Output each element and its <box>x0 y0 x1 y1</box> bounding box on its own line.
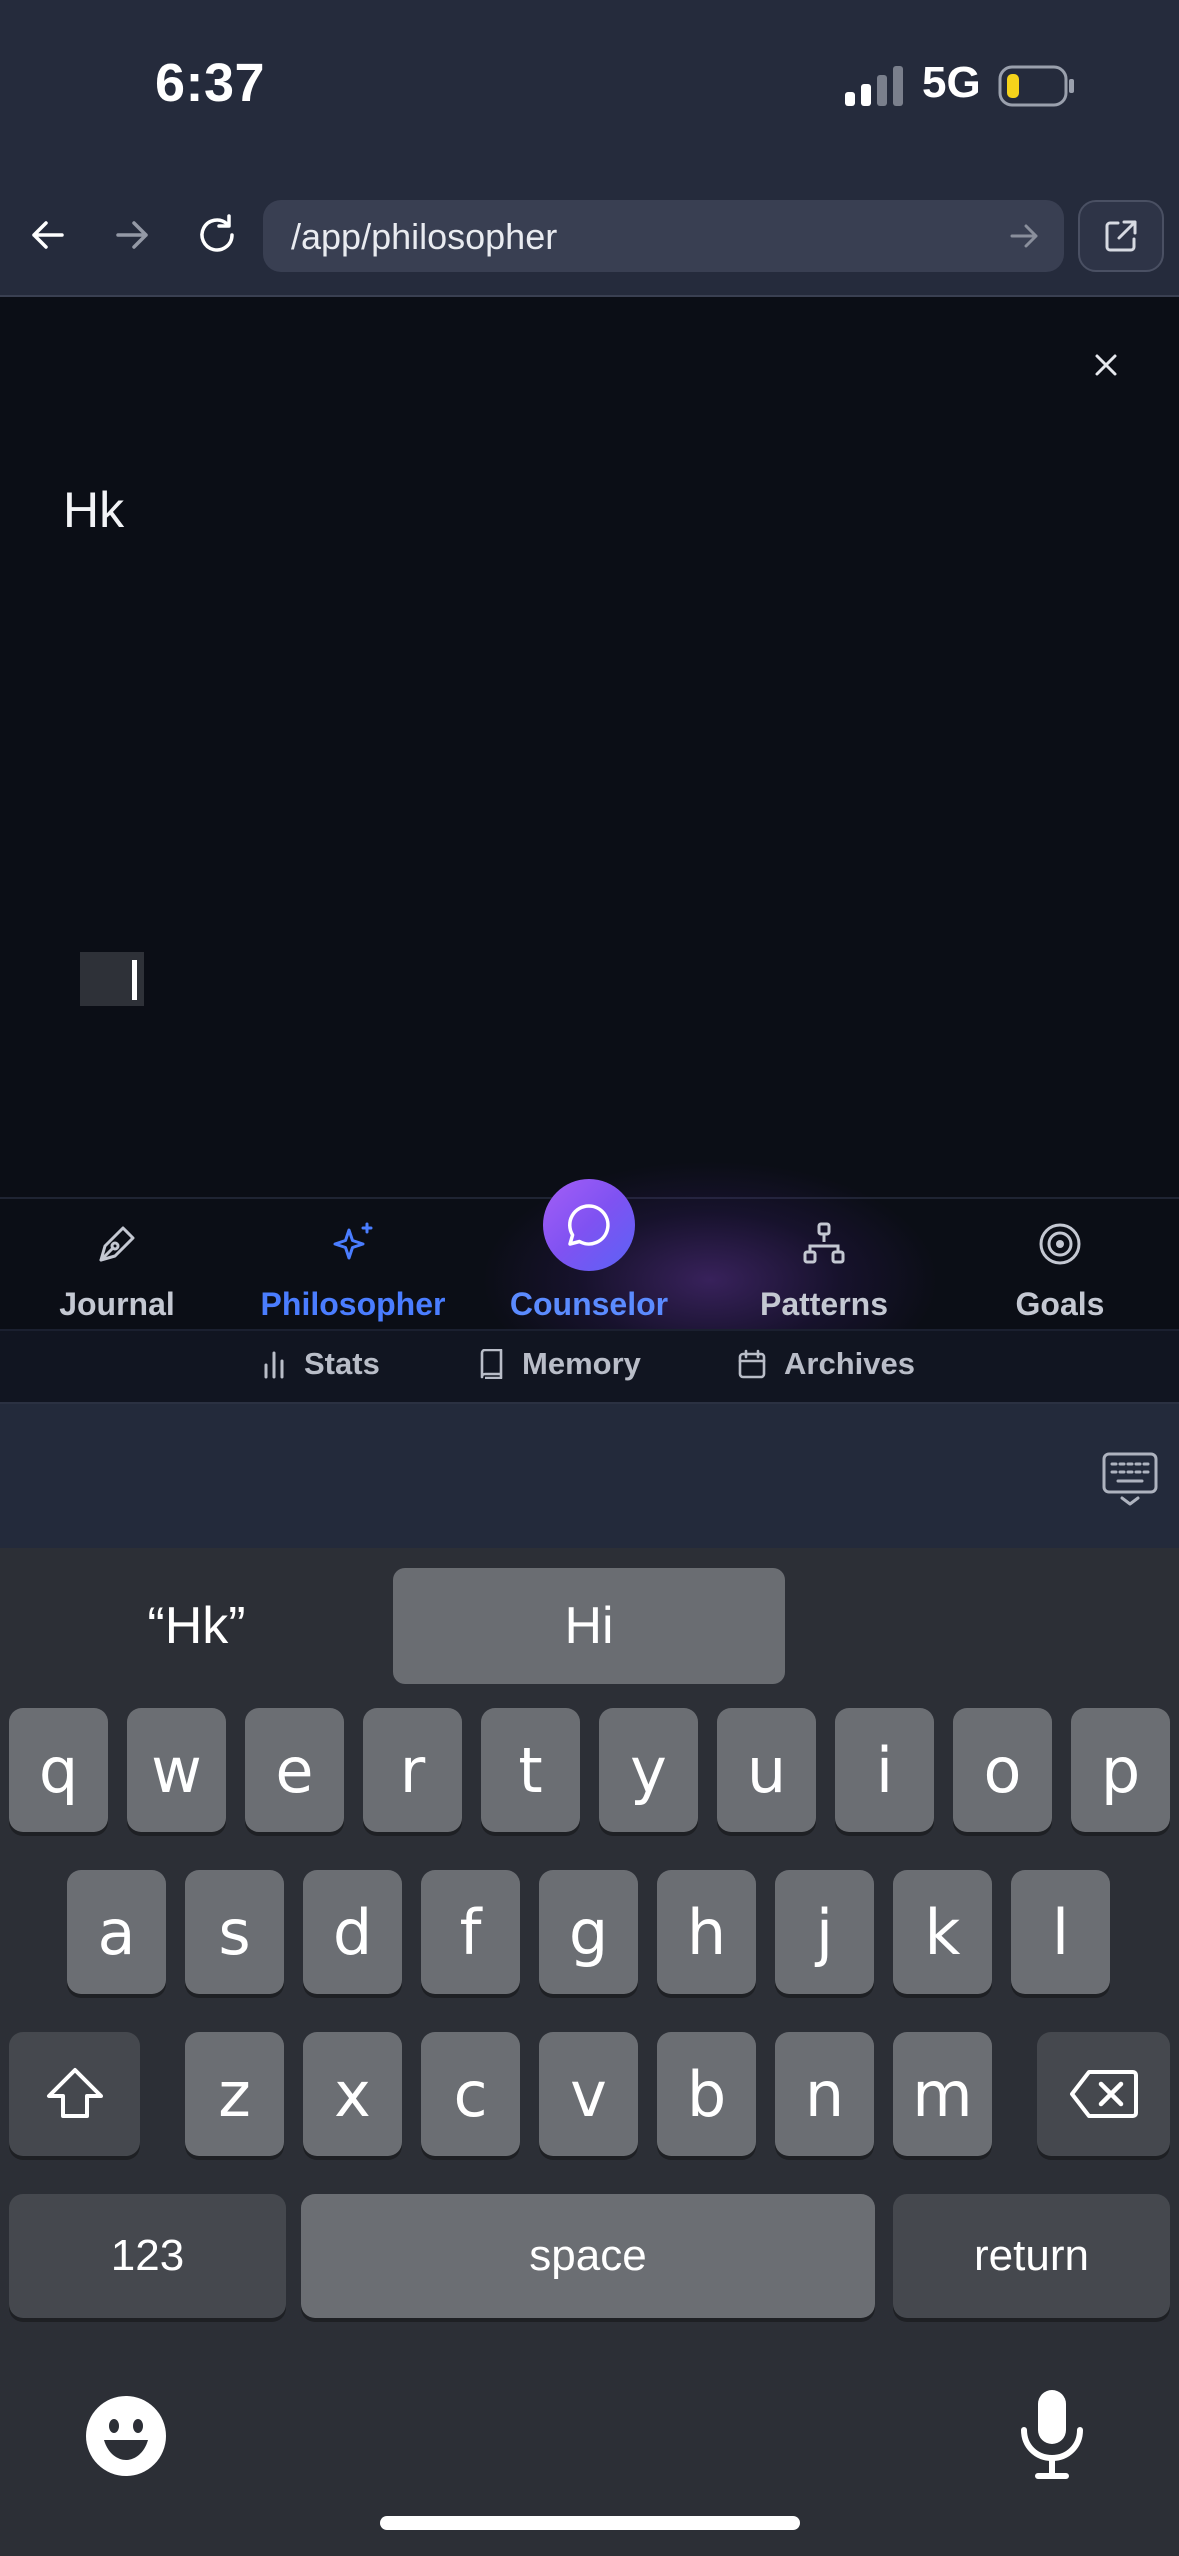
key-r[interactable]: r <box>363 1708 462 1832</box>
key-m[interactable]: m <box>893 2032 992 2156</box>
caret <box>132 960 137 1000</box>
suggestion-empty[interactable] <box>786 1568 1179 1684</box>
key-y[interactable]: y <box>599 1708 698 1832</box>
key-q[interactable]: q <box>9 1708 108 1832</box>
text-cursor <box>80 952 144 1006</box>
nav-stats[interactable]: Stats <box>262 1346 380 1382</box>
journal-editor[interactable]: Hk <box>0 297 1179 1197</box>
network-type: 5G <box>922 58 981 107</box>
suggestion-autocorrect[interactable]: Hi <box>393 1568 785 1684</box>
key-d[interactable]: d <box>303 1870 402 1994</box>
key-a[interactable]: a <box>67 1870 166 1994</box>
key-v[interactable]: v <box>539 2032 638 2156</box>
key-s[interactable]: s <box>185 1870 284 1994</box>
space-key[interactable]: space <box>301 2194 875 2318</box>
reload-button[interactable] <box>182 200 252 270</box>
arrow-left-icon <box>32 221 64 249</box>
key-k[interactable]: k <box>893 1870 992 1994</box>
home-indicator[interactable] <box>380 2516 800 2530</box>
key-g[interactable]: g <box>539 1870 638 1994</box>
battery-icon <box>998 65 1074 107</box>
tab-goals[interactable]: Goals <box>960 1220 1160 1323</box>
backspace-icon <box>1069 2070 1138 2118</box>
close-icon[interactable] <box>1086 345 1126 385</box>
key-j[interactable]: j <box>775 1870 874 1994</box>
numbers-key[interactable]: 123 <box>9 2194 286 2318</box>
nav-stats-label: Stats <box>304 1346 380 1381</box>
emoji-icon[interactable] <box>84 2394 168 2478</box>
arrow-right-icon <box>116 221 148 249</box>
tab-counselor[interactable]: Counselor <box>489 1220 689 1323</box>
tab-patterns[interactable]: Patterns <box>724 1220 924 1323</box>
status-time: 6:37 <box>155 53 266 113</box>
nav-archives-label: Archives <box>784 1346 915 1381</box>
forward-button[interactable] <box>97 200 167 270</box>
key-c[interactable]: c <box>421 2032 520 2156</box>
entry-text[interactable]: Hk <box>63 481 124 539</box>
key-l[interactable]: l <box>1011 1870 1110 1994</box>
tab-journal[interactable]: Journal <box>17 1220 217 1323</box>
key-o[interactable]: o <box>953 1708 1052 1832</box>
open-external-button[interactable] <box>1078 200 1164 272</box>
nav-memory-label: Memory <box>522 1346 641 1381</box>
key-b[interactable]: b <box>657 2032 756 2156</box>
hierarchy-icon <box>803 1222 845 1264</box>
key-n[interactable]: n <box>775 2032 874 2156</box>
sparkle-icon <box>333 1222 373 1260</box>
suggestion-literal[interactable]: “Hk” <box>0 1568 393 1684</box>
key-e[interactable]: e <box>245 1708 344 1832</box>
reload-icon <box>200 214 234 252</box>
microphone-icon[interactable] <box>1012 2388 1092 2480</box>
signal-strength-icon <box>845 66 903 106</box>
key-u[interactable]: u <box>717 1708 816 1832</box>
pen-nib-icon <box>99 1226 135 1262</box>
tab-philosopher[interactable]: Philosopher <box>253 1220 453 1323</box>
target-icon <box>1039 1223 1081 1265</box>
key-f[interactable]: f <box>421 1870 520 1994</box>
calendar-icon <box>738 1349 766 1379</box>
address-bar[interactable]: /app/philosopher <box>263 200 1064 272</box>
key-w[interactable]: w <box>127 1708 226 1832</box>
url-text: /app/philosopher <box>291 216 558 257</box>
counselor-icon-spacer <box>565 1220 613 1268</box>
return-key[interactable]: return <box>893 2194 1170 2318</box>
key-x[interactable]: x <box>303 2032 402 2156</box>
shift-arrow-icon <box>46 2068 103 2118</box>
tab-label: Counselor <box>509 1286 669 1322</box>
book-icon <box>480 1349 503 1379</box>
shift-key[interactable] <box>9 2032 140 2156</box>
keyboard-accessory-bar <box>0 1402 1179 1548</box>
tab-label: Journal <box>59 1286 175 1322</box>
nav-memory[interactable]: Memory <box>478 1346 641 1382</box>
tab-label: Goals <box>1015 1286 1105 1322</box>
tab-label: Patterns <box>759 1286 889 1322</box>
delete-key[interactable] <box>1037 2032 1170 2156</box>
bar-chart-icon <box>264 1351 284 1379</box>
tab-label: Philosopher <box>260 1286 446 1322</box>
key-p[interactable]: p <box>1071 1708 1170 1832</box>
nav-archives[interactable]: Archives <box>738 1346 915 1382</box>
back-button[interactable] <box>13 200 83 270</box>
key-z[interactable]: z <box>185 2032 284 2156</box>
key-t[interactable]: t <box>481 1708 580 1832</box>
keyboard-dismiss-icon[interactable] <box>1100 1448 1160 1508</box>
key-i[interactable]: i <box>835 1708 934 1832</box>
external-link-icon <box>1105 220 1137 252</box>
key-h[interactable]: h <box>657 1870 756 1994</box>
go-arrow-icon[interactable] <box>1004 216 1044 256</box>
